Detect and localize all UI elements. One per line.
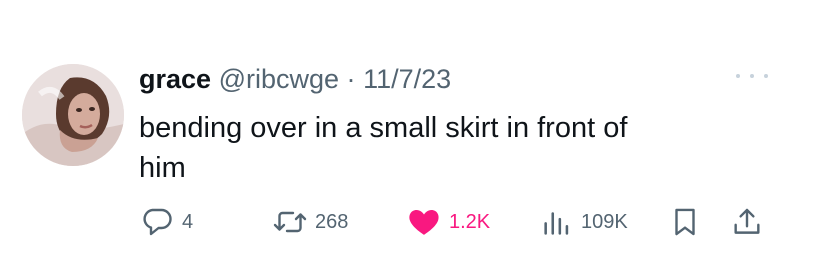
display-name[interactable]: grace — [139, 64, 211, 94]
like-button[interactable]: 1.2K — [406, 200, 490, 244]
more-horizontal-icon[interactable] — [736, 64, 768, 88]
avatar-photo — [22, 64, 124, 166]
handle[interactable]: @ribcwge — [219, 64, 339, 94]
share-button[interactable] — [730, 200, 764, 244]
action-bar: 4 268 1.2K 109K — [0, 200, 828, 244]
tweet-header: grace @ribcwge · 11/7/23 — [139, 62, 451, 96]
like-count: 1.2K — [449, 210, 491, 233]
share-icon — [734, 208, 760, 234]
tweet-date[interactable]: 11/7/23 — [363, 64, 451, 94]
views-button[interactable]: 109K — [540, 200, 628, 244]
tweet-card[interactable]: grace @ribcwge · 11/7/23 bending over in… — [0, 0, 828, 277]
separator: · — [346, 64, 356, 94]
tweet-text: bending over in a small skirt in front o… — [139, 108, 739, 188]
heart-icon — [409, 210, 439, 235]
avatar[interactable] — [22, 64, 124, 166]
more-dot — [764, 74, 768, 78]
bookmark-button[interactable] — [668, 200, 702, 244]
views-icon — [544, 212, 569, 235]
tweet-text-line: bending over in a small skirt in front o… — [139, 112, 628, 144]
repost-icon — [273, 211, 307, 233]
repost-count: 268 — [315, 210, 349, 233]
tweet-text-line: him — [139, 152, 186, 184]
more-dot — [750, 74, 754, 78]
reply-count: 4 — [182, 210, 194, 233]
repost-button[interactable]: 268 — [272, 200, 348, 244]
more-dot — [736, 74, 740, 78]
reply-button[interactable]: 4 — [139, 200, 193, 244]
bookmark-icon — [675, 208, 695, 236]
views-count: 109K — [581, 210, 628, 233]
reply-icon — [143, 208, 172, 236]
